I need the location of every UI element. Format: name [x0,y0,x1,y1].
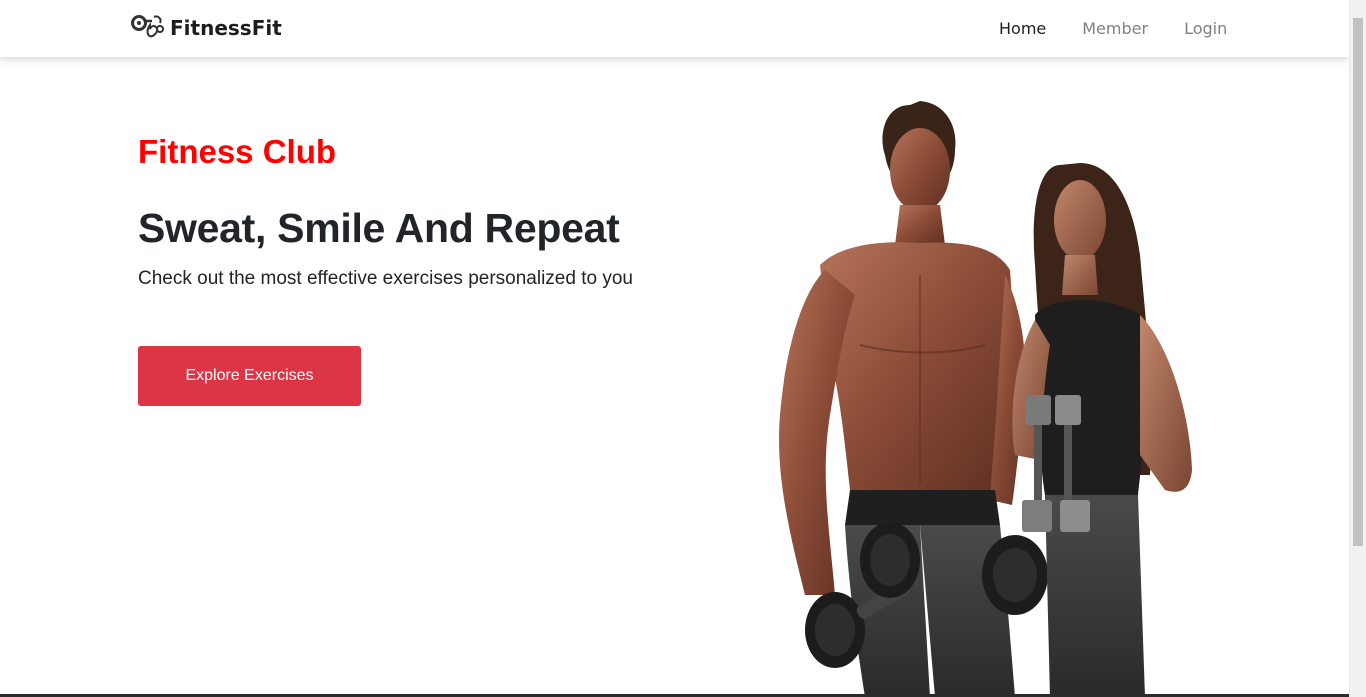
brand-link[interactable]: FitnessFit [130,11,282,45]
nav-links: Home Member Login [999,19,1227,39]
hero-headline: Sweat, Smile And Repeat [138,205,620,251]
hero-fitness-image [779,101,1192,697]
hero-tagline: Fitness Club [138,133,337,170]
navbar: FitnessFit Home Member Login [0,0,1349,57]
nav-home-link[interactable]: Home [999,19,1046,39]
dumbbell-icon [982,535,1048,615]
barbell-heart-logo-icon [131,15,164,38]
brand-name: FitnessFit [170,16,282,40]
explore-exercises-button[interactable]: Explore Exercises [138,346,361,406]
vertical-scrollbar[interactable] [1349,0,1366,697]
nav-member-link[interactable]: Member [1082,19,1148,39]
page: FitnessFit Home Member Login Fitness Clu… [0,0,1366,697]
scrollbar-thumb[interactable] [1353,18,1363,546]
nav-login-link[interactable]: Login [1184,19,1227,39]
hero-subtext: Check out the most effective exercises p… [138,268,633,289]
